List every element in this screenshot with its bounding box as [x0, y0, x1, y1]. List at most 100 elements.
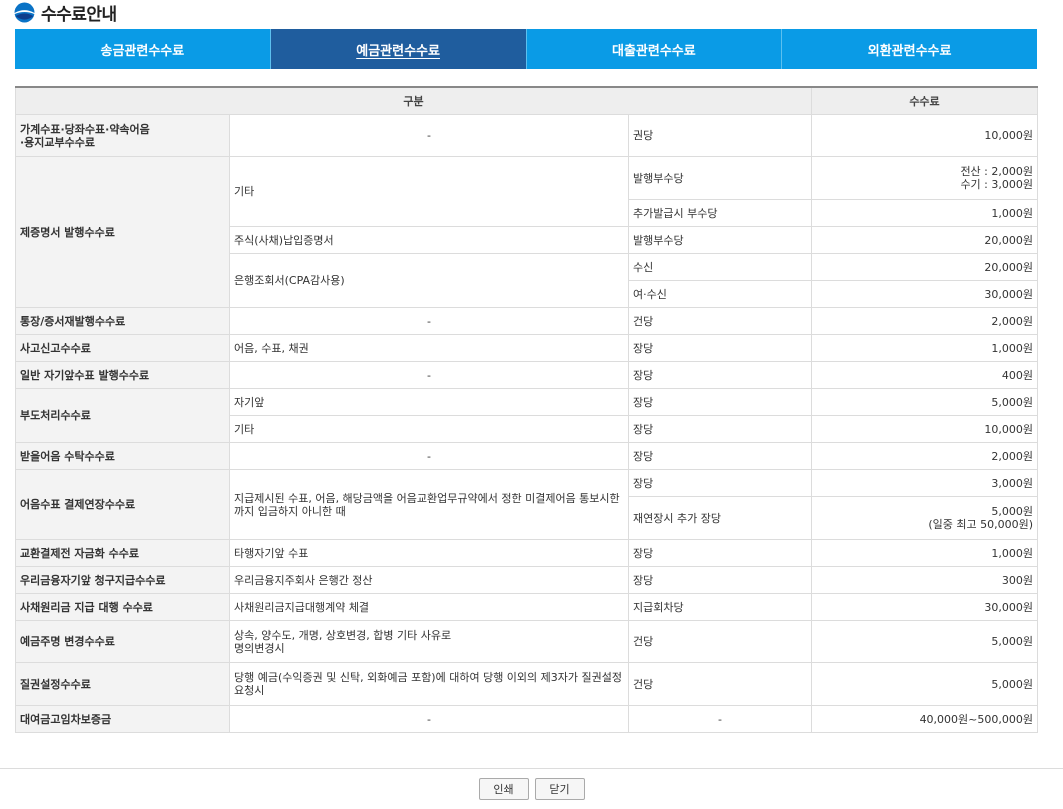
column-header-fee: 수수료	[811, 86, 1038, 115]
row-category: 대여금고임차보증금	[15, 705, 230, 733]
row-fee: 300원	[811, 566, 1038, 594]
print-button[interactable]: 인쇄	[478, 778, 529, 800]
row-unit: 재연장시 추가 장당	[628, 496, 812, 540]
table-row: 부도처리수수료 자기앞 장당 5,000원	[15, 388, 1038, 443]
row-fee: 5,000원	[811, 620, 1038, 663]
row-detail: 은행조회서(CPA감사용)	[229, 253, 629, 308]
table-row: 통장/증서재발행수수료 - 건당 2,000원	[15, 307, 1038, 335]
row-fee: 2,000원	[811, 307, 1038, 335]
row-unit: 장당	[628, 415, 812, 443]
fee-category-tabs: 송금관련수수료 예금관련수수료 대출관련수수료 외환관련수수료	[15, 29, 1037, 69]
row-unit: 수신	[628, 253, 812, 281]
row-fee: 1,000원	[811, 539, 1038, 567]
bank-logo-icon	[14, 2, 35, 22]
row-fee: 10,000원	[811, 415, 1038, 443]
row-category: 제증명서 발행수수료	[15, 156, 230, 308]
row-fee: 5,000원	[811, 662, 1038, 706]
table-row: 교환결제전 자금화 수수료 타행자기앞 수표 장당 1,000원	[15, 539, 1038, 567]
tab-loan-fees[interactable]: 대출관련수수료	[527, 29, 783, 69]
row-fee: 30,000원	[811, 280, 1038, 308]
table-header-row: 구분 수수료	[15, 86, 1038, 115]
row-detail: 자기앞	[229, 388, 629, 416]
row-fee: 2,000원	[811, 442, 1038, 470]
row-detail: 타행자기앞 수표	[229, 539, 629, 567]
row-unit: 발행부수당	[628, 226, 812, 254]
row-fee: 3,000원	[811, 469, 1038, 497]
table-row: 사채원리금 지급 대행 수수료 사채원리금지급대행계약 체결 지급회차당 30,…	[15, 593, 1038, 621]
row-fee: 전산 : 2,000원 수기 : 3,000원	[811, 156, 1038, 200]
row-detail: -	[229, 705, 629, 733]
row-unit: 발행부수당	[628, 156, 812, 200]
row-category: 예금주명 변경수수료	[15, 620, 230, 663]
row-fee: 40,000원~500,000원	[811, 705, 1038, 733]
row-category: 부도처리수수료	[15, 388, 230, 443]
row-category: 어음수표 결제연장수수료	[15, 469, 230, 540]
row-fee: 20,000원	[811, 226, 1038, 254]
row-unit: 장당	[628, 442, 812, 470]
table-row: 제증명서 발행수수료 기타 발행부수당 전산 : 2,000원 수기 : 3,00…	[15, 156, 1038, 308]
row-unit: 건당	[628, 620, 812, 663]
row-unit: 지급회차당	[628, 593, 812, 621]
row-detail: 주식(사채)납입증명서	[229, 226, 629, 254]
row-unit: 건당	[628, 662, 812, 706]
footer-buttons: 인쇄 닫기	[0, 778, 1063, 800]
row-category: 가계수표·당좌수표·약속어음 ·용지교부수수료	[15, 114, 230, 157]
row-detail: 지급제시된 수표, 어음, 해당금액을 어음교환업무규약에서 정한 미결제어음 …	[229, 469, 629, 540]
row-unit: 장당	[628, 539, 812, 567]
page-title: 수수료안내	[41, 4, 117, 25]
detail-line: 상속, 양수도, 개명, 상호변경, 합병 기타 사유로	[234, 628, 452, 642]
tab-deposit-fees[interactable]: 예금관련수수료	[270, 29, 527, 69]
row-unit: 장당	[628, 334, 812, 362]
table-row: 질권설정수수료 당행 예금(수익증권 및 신탁, 외화예금 포함)에 대하여 당…	[15, 662, 1038, 706]
row-detail: 사채원리금지급대행계약 체결	[229, 593, 629, 621]
table-row: 어음수표 결제연장수수료 지급제시된 수표, 어음, 해당금액을 어음교환업무규…	[15, 469, 1038, 540]
row-detail: -	[229, 442, 629, 470]
table-row: 사고신고수수료 어음, 수표, 채권 장당 1,000원	[15, 334, 1038, 362]
row-unit: 장당	[628, 388, 812, 416]
row-fee: 1,000원	[811, 199, 1038, 227]
row-unit: 장당	[628, 566, 812, 594]
table-row: 예금주명 변경수수료 상속, 양수도, 개명, 상호변경, 합병 기타 사유로 명…	[15, 620, 1038, 663]
row-unit: 여·수신	[628, 280, 812, 308]
row-category: 일반 자기앞수표 발행수수료	[15, 361, 230, 389]
close-button[interactable]: 닫기	[534, 778, 585, 800]
row-category: 사채원리금 지급 대행 수수료	[15, 593, 230, 621]
row-unit: 건당	[628, 307, 812, 335]
row-unit: -	[628, 705, 812, 733]
fee-line: 전산 : 2,000원	[960, 165, 1033, 178]
row-unit: 권당	[628, 114, 812, 157]
row-category: 받을어음 수탁수수료	[15, 442, 230, 470]
row-detail: -	[229, 307, 629, 335]
fee-table: 구분 수수료 가계수표·당좌수표·약속어음 ·용지교부수수료 - 권당 10,00…	[15, 86, 1038, 733]
row-fee: 20,000원	[811, 253, 1038, 281]
row-fee: 30,000원	[811, 593, 1038, 621]
table-row: 대여금고임차보증금 - - 40,000원~500,000원	[15, 705, 1038, 733]
row-fee: 1,000원	[811, 334, 1038, 362]
row-detail: 당행 예금(수익증권 및 신탁, 외화예금 포함)에 대하여 당행 이외의 제3…	[229, 662, 629, 706]
row-detail: -	[229, 361, 629, 389]
table-row: 우리금융자기앞 청구지급수수료 우리금융지주회사 은행간 정산 장당 300원	[15, 566, 1038, 594]
row-fee: 5,000원	[811, 388, 1038, 416]
tab-remittance-fees[interactable]: 송금관련수수료	[15, 29, 271, 69]
row-detail: 기타	[229, 415, 629, 443]
page-header: 수수료안내	[14, 0, 117, 25]
row-fee: 5,000원 (일중 최고 50,000원)	[811, 496, 1038, 540]
row-category: 교환결제전 자금화 수수료	[15, 539, 230, 567]
column-header-category: 구분	[15, 86, 812, 115]
tab-foreign-exchange-fees[interactable]: 외환관련수수료	[782, 29, 1037, 69]
fee-line: 수기 : 3,000원	[960, 178, 1033, 191]
row-category: 우리금융자기앞 청구지급수수료	[15, 566, 230, 594]
row-fee: 400원	[811, 361, 1038, 389]
row-detail: 어음, 수표, 채권	[229, 334, 629, 362]
table-row: 받을어음 수탁수수료 - 장당 2,000원	[15, 442, 1038, 470]
row-fee: 10,000원	[811, 114, 1038, 157]
row-unit: 추가발급시 부수당	[628, 199, 812, 227]
row-detail: -	[229, 114, 629, 157]
row-detail: 기타	[229, 156, 629, 227]
row-category: 사고신고수수료	[15, 334, 230, 362]
row-category: 질권설정수수료	[15, 662, 230, 706]
table-row: 일반 자기앞수표 발행수수료 - 장당 400원	[15, 361, 1038, 389]
table-row: 가계수표·당좌수표·약속어음 ·용지교부수수료 - 권당 10,000원	[15, 114, 1038, 157]
detail-line: 명의변경시	[234, 641, 285, 655]
row-detail: 우리금융지주회사 은행간 정산	[229, 566, 629, 594]
